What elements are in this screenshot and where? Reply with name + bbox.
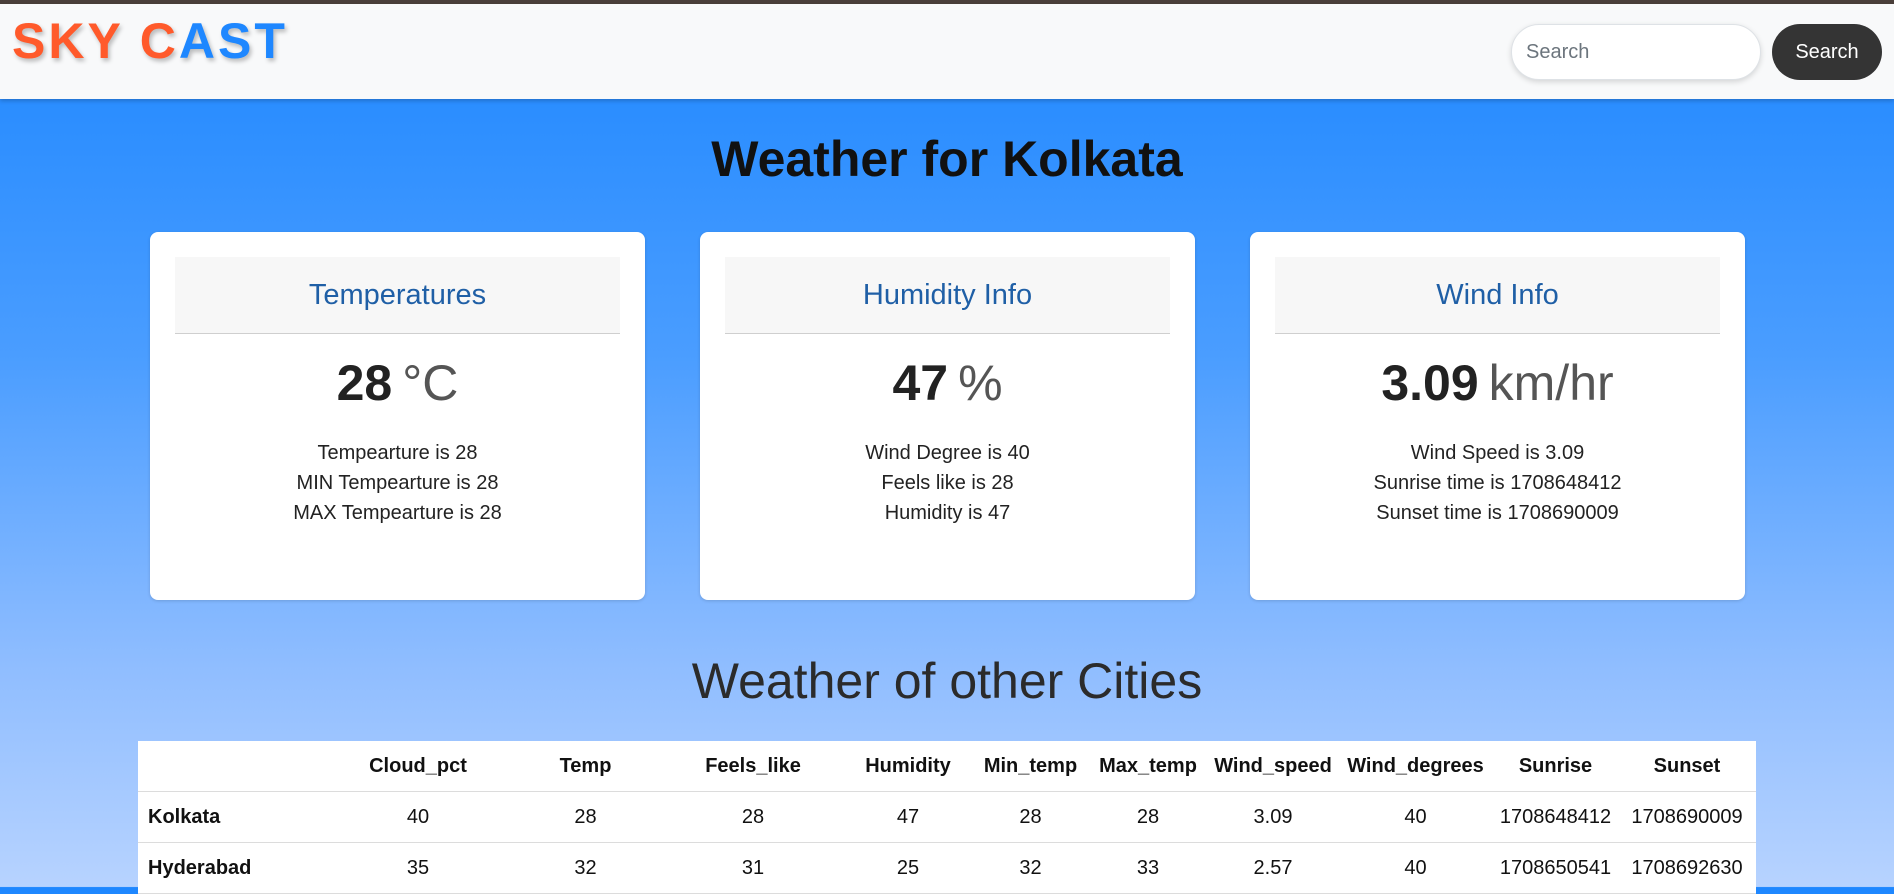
- metric-unit: %: [958, 355, 1003, 411]
- table-cell: 40: [328, 791, 508, 843]
- table-cell: 28: [508, 791, 663, 843]
- table-cell: 1708648412: [1493, 791, 1618, 843]
- table-cell: 1708692630: [1618, 842, 1756, 894]
- column-header: [138, 741, 328, 792]
- card-details: Wind Speed is 3.09 Sunrise time is 17086…: [1250, 438, 1745, 528]
- detail-line: MIN Tempearture is 28: [296, 472, 499, 494]
- column-header: Cloud_pct: [328, 741, 508, 792]
- temperature-card: Temperatures 28 °C Tempearture is 28 MIN …: [150, 232, 645, 600]
- table-cell: 32: [973, 842, 1088, 894]
- brand-part2a: C: [139, 13, 179, 69]
- card-metric: 47%: [700, 354, 1195, 412]
- humidity-card: Humidity Info 47% Wind Degree is 40 Feel…: [700, 232, 1195, 600]
- card-details: Tempearture is 28 MIN Tempearture is 28 …: [150, 438, 645, 528]
- detail-line: Sunset time is 1708690009: [1376, 502, 1619, 524]
- card-header: Temperatures: [175, 257, 620, 334]
- column-header: Humidity: [843, 741, 973, 792]
- table-cell: 3.09: [1208, 791, 1338, 843]
- metric-unit: °C: [402, 355, 459, 411]
- column-header: Temp: [508, 741, 663, 792]
- brand-part2b: AST: [178, 13, 288, 69]
- detail-line: MAX Tempearture is 28: [293, 502, 502, 524]
- column-header: Max_temp: [1088, 741, 1208, 792]
- table-cell: 47: [843, 791, 973, 843]
- metric-value: 3.09: [1381, 355, 1479, 411]
- detail-line: Wind Degree is 40: [865, 442, 1030, 464]
- table-cell: 25: [843, 842, 973, 894]
- card-header: Wind Info: [1275, 257, 1720, 334]
- detail-line: Humidity is 47: [884, 502, 1011, 524]
- city-name: Hyderabad: [138, 842, 328, 894]
- table-row: Hyderabad 35 32 31 25 32 33 2.57 40 1708…: [138, 842, 1756, 894]
- table-cell: 31: [663, 842, 843, 894]
- column-header: Sunrise: [1493, 741, 1618, 792]
- metric-unit: km/hr: [1488, 355, 1614, 411]
- detail-line: Sunrise time is 1708648412: [1373, 472, 1622, 494]
- table-header-row: Cloud_pct Temp Feels_like Humidity Min_t…: [138, 741, 1756, 792]
- table-cell: 28: [973, 791, 1088, 843]
- table-cell: 35: [328, 842, 508, 894]
- page-title: Weather for Kolkata: [711, 131, 1183, 187]
- column-header: Wind_degrees: [1338, 741, 1493, 792]
- column-header: Feels_like: [663, 741, 843, 792]
- search-input[interactable]: [1511, 24, 1761, 80]
- search-button[interactable]: Search: [1772, 24, 1882, 80]
- column-header: Min_temp: [973, 741, 1088, 792]
- table-cell: 32: [508, 842, 663, 894]
- table-cell: 40: [1338, 791, 1493, 843]
- table-cell: 1708690009: [1618, 791, 1756, 843]
- navbar: SKY CAST Search: [0, 4, 1894, 99]
- city-name: Kolkata: [138, 791, 328, 843]
- wind-card: Wind Info 3.09 km/hr Wind Speed is 3.09 S…: [1250, 232, 1745, 600]
- table-cell: 40: [1338, 842, 1493, 894]
- card-metric: 28 °C: [150, 354, 645, 412]
- table-cell: 28: [663, 791, 843, 843]
- detail-line: Wind Speed is 3.09: [1410, 442, 1585, 464]
- card-metric: 3.09 km/hr: [1250, 354, 1745, 412]
- other-cities-title: Weather of other Cities: [691, 653, 1203, 709]
- column-header: Wind_speed: [1208, 741, 1338, 792]
- table-cell: 33: [1088, 842, 1208, 894]
- brand-logo[interactable]: SKY CAST: [12, 12, 288, 70]
- table-cell: 28: [1088, 791, 1208, 843]
- table-row: Kolkata 40 28 28 47 28 28 3.09 40 170864…: [138, 791, 1756, 843]
- column-header: Sunset: [1618, 741, 1756, 792]
- card-details: Wind Degree is 40 Feels like is 28 Humid…: [700, 438, 1195, 528]
- table-cell: 1708650541: [1493, 842, 1618, 894]
- brand-part1: SKY: [12, 13, 140, 69]
- metric-value: 47: [892, 355, 949, 411]
- card-header: Humidity Info: [725, 257, 1170, 334]
- detail-line: Feels like is 28: [881, 472, 1014, 494]
- cities-table: Cloud_pct Temp Feels_like Humidity Min_t…: [138, 741, 1756, 894]
- detail-line: Tempearture is 28: [317, 442, 478, 464]
- table-cell: 2.57: [1208, 842, 1338, 894]
- metric-value: 28: [336, 355, 393, 411]
